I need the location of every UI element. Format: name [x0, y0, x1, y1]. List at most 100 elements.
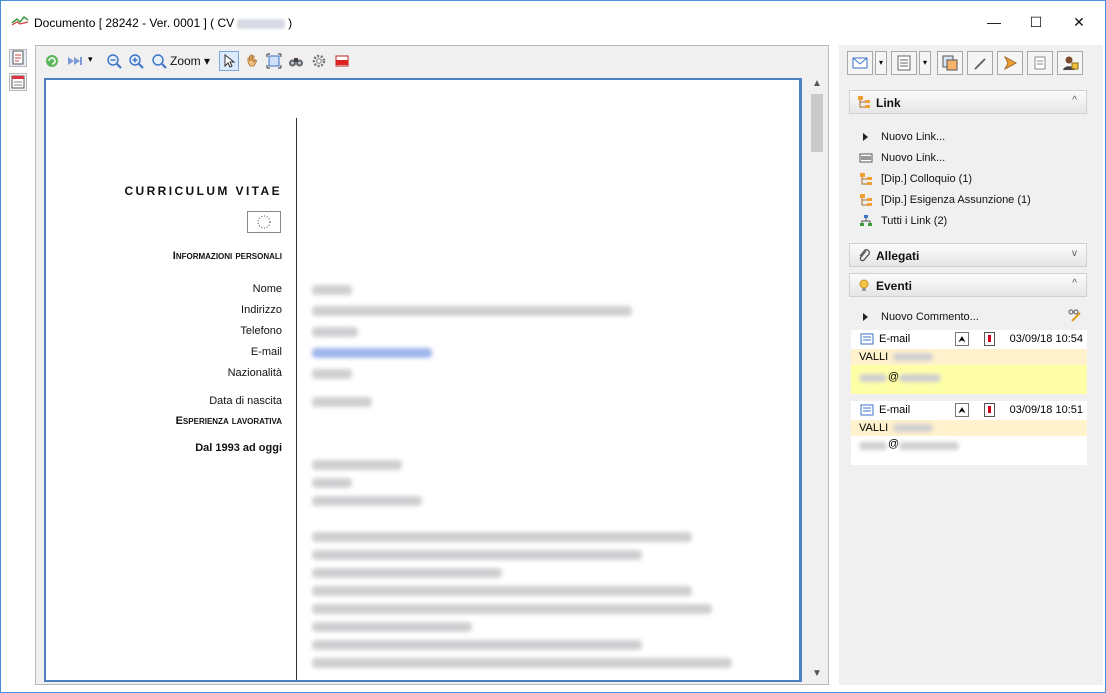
redacted-text [312, 586, 692, 596]
edit-comment-button[interactable] [1067, 307, 1083, 323]
event-card[interactable]: E-mail ⮝ 03/09/18 10:51 VALLI @ [851, 401, 1087, 465]
maximize-button[interactable]: ☐ [1021, 9, 1051, 35]
email-event-icon [860, 404, 874, 416]
form-tab[interactable] [9, 73, 27, 91]
play-icon [863, 313, 868, 321]
settings-button[interactable] [311, 53, 327, 70]
email-button[interactable] [847, 51, 873, 75]
new-link-barcode-item[interactable]: Nuovo Link... [859, 150, 1059, 168]
event-header: E-mail ⮝ 03/09/18 10:54 [851, 330, 1087, 348]
list-dropdown[interactable]: ▾ [919, 51, 931, 75]
copy-button[interactable] [937, 51, 963, 75]
tree-view-button[interactable] [1027, 51, 1053, 75]
redacted-text [899, 442, 959, 450]
list-icon [897, 55, 911, 71]
next-page-dropdown[interactable]: ▾ [88, 54, 93, 71]
copy-icon [942, 55, 958, 71]
zoom-out-icon [107, 54, 122, 69]
tree-icon [860, 173, 872, 185]
left-tab-strip [4, 45, 32, 685]
vertical-scrollbar[interactable]: ▲ ▼ [808, 76, 826, 682]
zoom-in-icon [129, 54, 144, 69]
pan-tool-button[interactable] [244, 53, 260, 70]
play-icon [863, 133, 868, 141]
experience-period: Dal 1993 ad oggi [195, 442, 282, 454]
send-button[interactable] [997, 51, 1023, 75]
events-section-header[interactable]: Eventi ^ [849, 273, 1087, 297]
link-label: Nuovo Link... [881, 131, 946, 143]
email-event-icon [860, 333, 874, 345]
scroll-up-button[interactable]: ▲ [808, 76, 826, 92]
list-button[interactable] [891, 51, 917, 75]
scroll-down-button[interactable]: ▼ [808, 666, 826, 682]
redacted-text [312, 550, 642, 560]
redacted-text [893, 424, 933, 432]
collapse-chevron-icon[interactable]: ^ [1072, 95, 1077, 106]
event-date: 03/09/18 10:54 [1009, 333, 1083, 345]
new-link-item[interactable]: Nuovo Link... [859, 129, 1059, 147]
events-section-title: Eventi [876, 279, 913, 293]
right-toolbar: ▾ ▾ [845, 51, 1097, 77]
attachments-section-title: Allegati [876, 249, 920, 263]
tree-icon [858, 96, 870, 108]
priority-up-icon[interactable]: ⮝ [955, 403, 969, 417]
link-label: [Dip.] Esigenza Assunzione (1) [881, 194, 1031, 206]
redacted-text [312, 658, 732, 668]
next-page-button[interactable] [66, 53, 84, 70]
user-button[interactable] [1057, 51, 1083, 75]
link-section-header[interactable]: Link ^ [849, 90, 1087, 114]
flag-icon[interactable] [984, 332, 995, 346]
paperclip-icon [859, 249, 870, 262]
event-sender: VALLI [851, 349, 1087, 365]
tree-icon [860, 194, 872, 206]
document-icon [12, 50, 24, 65]
event-sender: VALLI [851, 420, 1087, 436]
close-button[interactable]: ✕ [1064, 9, 1094, 35]
new-comment-item[interactable]: Nuovo Commento... [859, 309, 1059, 327]
user-icon [1063, 56, 1079, 70]
attachments-section-header[interactable]: Allegati v [849, 243, 1087, 267]
redacted-text [312, 568, 502, 578]
fit-page-button[interactable] [266, 53, 282, 70]
priority-up-icon[interactable]: ⮝ [955, 332, 969, 346]
fit-page-icon [266, 53, 282, 69]
hand-icon [247, 54, 258, 67]
refresh-button[interactable] [44, 53, 60, 70]
minimize-button[interactable]: — [979, 9, 1009, 35]
cv-column-divider [296, 118, 297, 680]
redacted-birth-date-value [312, 397, 372, 407]
viewer-toolbar: ▾ Zoom ▾ [36, 46, 828, 76]
tree-icon [1034, 56, 1046, 70]
zoom-icon-button[interactable] [151, 53, 167, 70]
window-title: Documento [ 28242 - Ver. 0001 ] ( CV) [34, 16, 292, 30]
export-pdf-button[interactable] [334, 53, 350, 70]
network-icon [860, 215, 872, 226]
document-page[interactable]: CURRICULUM VITAE Informazioni personali … [44, 78, 802, 682]
title-bar[interactable]: Documento [ 28242 - Ver. 0001 ] ( CV) — … [1, 1, 1105, 41]
zoom-dropdown[interactable]: Zoom ▾ [170, 54, 210, 68]
document-tab[interactable] [9, 49, 27, 67]
link-esigenza-assunzione[interactable]: [Dip.] Esigenza Assunzione (1) [859, 192, 1059, 210]
label-name: Nome [252, 283, 282, 295]
email-dropdown[interactable]: ▾ [875, 51, 887, 75]
zoom-out-button[interactable] [106, 53, 122, 70]
flag-icon[interactable] [984, 403, 995, 417]
link-all[interactable]: Tutti i Link (2) [859, 213, 1059, 231]
collapse-chevron-icon[interactable]: ^ [1072, 278, 1077, 289]
expand-chevron-icon[interactable]: v [1072, 248, 1077, 259]
redacted-nationality-value [312, 369, 352, 379]
select-tool-button[interactable] [219, 51, 239, 71]
event-card[interactable]: E-mail ⮝ 03/09/18 10:54 VALLI @ [851, 330, 1087, 394]
redacted-address-value [312, 306, 632, 316]
zoom-dropdown-arrow: ▾ [204, 54, 211, 68]
zoom-in-button[interactable] [128, 53, 144, 70]
event-sender-name: VALLI [859, 422, 889, 434]
form-icon [11, 75, 25, 89]
section-personal-info: Informazioni personali [172, 250, 282, 262]
label-birth-date: Data di nascita [209, 395, 282, 407]
edit-button[interactable] [967, 51, 993, 75]
label-address: Indirizzo [241, 304, 282, 316]
link-colloquio[interactable]: [Dip.] Colloquio (1) [859, 171, 1059, 189]
find-button[interactable] [288, 53, 304, 70]
scroll-thumb[interactable] [811, 94, 823, 152]
